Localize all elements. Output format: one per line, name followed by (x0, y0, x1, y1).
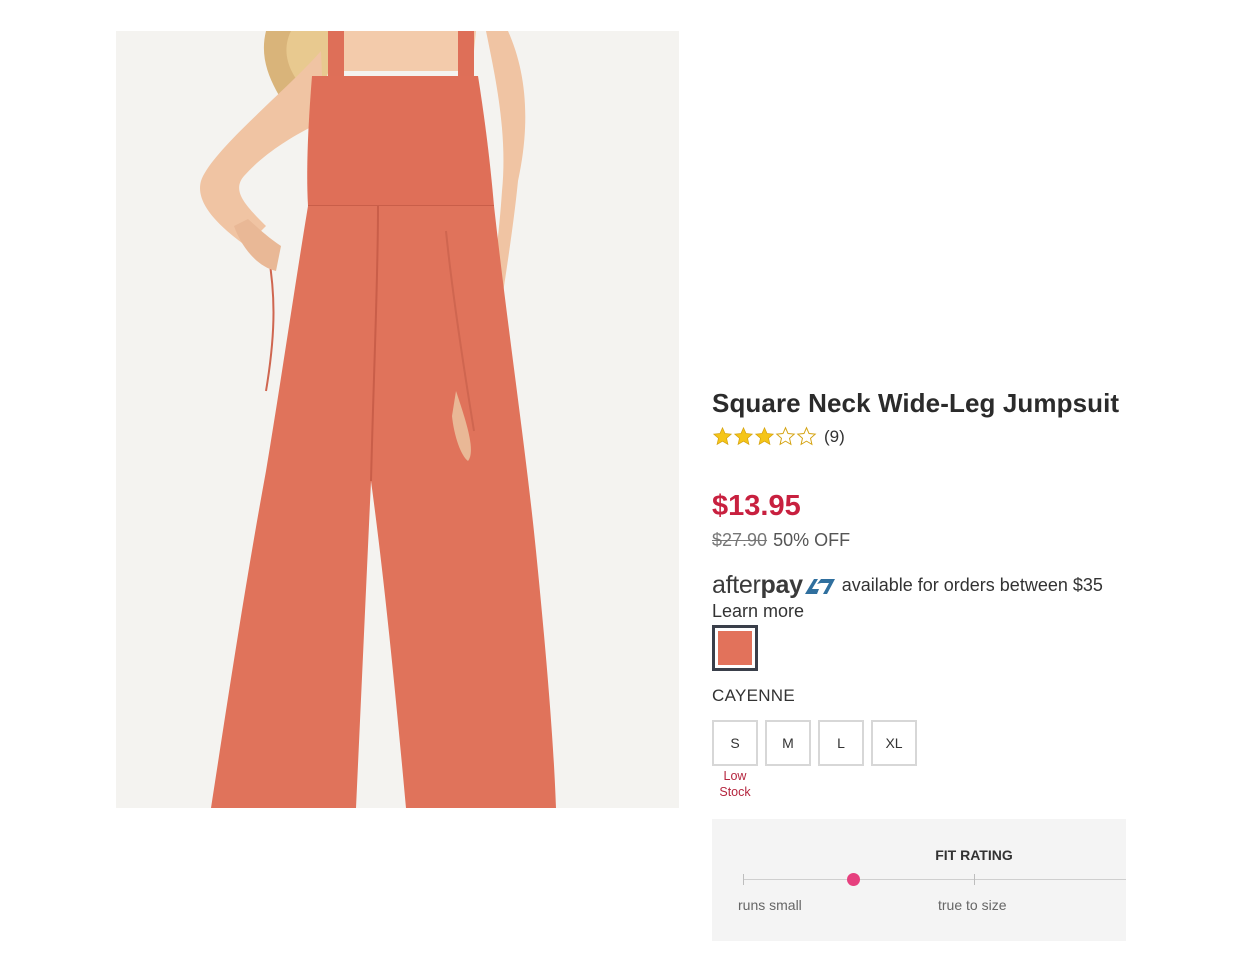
fit-rating-panel: FIT RATING runs small true to size (712, 819, 1126, 941)
color-swatch[interactable] (712, 625, 758, 671)
jumpsuit-photo (116, 31, 679, 808)
size-button-s[interactable]: S (712, 720, 758, 766)
review-count[interactable]: (9) (824, 427, 845, 447)
product-page: Square Neck Wide-Leg Jumpsuit (9) $13.95… (0, 0, 1242, 960)
product-title: Square Neck Wide-Leg Jumpsuit (712, 388, 1120, 418)
product-image[interactable] (116, 31, 679, 808)
sale-price: $13.95 (712, 490, 801, 522)
color-swatch-fill (718, 631, 752, 665)
price-line: $27.90 50% OFF (712, 530, 850, 551)
star-filled-icon (733, 426, 754, 446)
size-button-xl[interactable]: XL (871, 720, 917, 766)
star-rating[interactable]: (9) (712, 426, 845, 447)
star-filled-icon (754, 426, 775, 446)
afterpay-logo-after: after (712, 571, 761, 599)
selected-color-name: CAYENNE (712, 686, 796, 705)
original-price: $27.90 (712, 530, 768, 550)
low-stock-note: Low Stock (719, 769, 751, 799)
afterpay-text: available for orders between $35 (841, 575, 1103, 595)
star-filled-icon (712, 426, 733, 446)
product-details: Square Neck Wide-Leg Jumpsuit (9) $13.95… (712, 0, 1142, 960)
size-button-m[interactable]: M (765, 720, 811, 766)
learn-more-link[interactable]: Learn more (712, 601, 804, 622)
size-button-l[interactable]: L (818, 720, 864, 766)
star-empty-icon (796, 426, 817, 446)
star-empty-icon (775, 426, 796, 446)
fit-rating-scale (743, 879, 1126, 880)
afterpay-logo-pay: pay (760, 571, 803, 599)
fit-scale-tick-start (743, 874, 744, 885)
afterpay-logo: after pay (712, 571, 837, 600)
afterpay-banner: after pay available for orders between $3… (712, 571, 1103, 600)
fit-label-true-to-size: true to size (938, 897, 1007, 913)
size-selector: S M L XL (712, 720, 924, 766)
fit-label-runs-small: runs small (738, 897, 802, 913)
fit-rating-title: FIT RATING (935, 847, 1013, 863)
discount-label: 50% OFF (773, 530, 851, 550)
afterpay-arrows-icon (804, 578, 835, 594)
fit-rating-marker (847, 873, 860, 886)
fit-scale-tick-mid (974, 874, 975, 885)
